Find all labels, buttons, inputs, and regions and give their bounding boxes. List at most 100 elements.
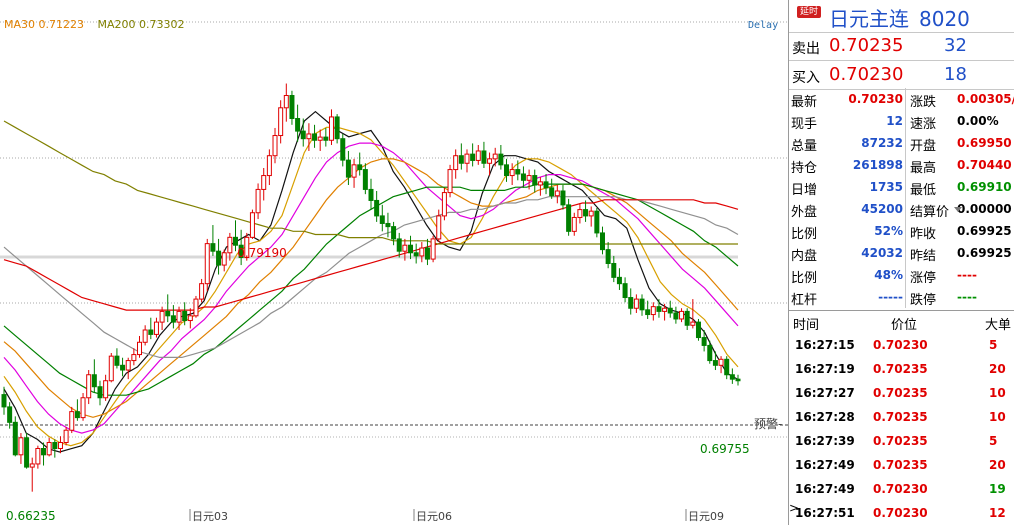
selection-cursor-icon: > <box>789 501 800 515</box>
tick-time: 16:27:19 <box>795 362 855 376</box>
tick-time: 16:27:28 <box>795 410 855 424</box>
candle-body <box>679 310 685 320</box>
candle-body <box>690 321 696 326</box>
candle-body <box>419 247 425 257</box>
candle-body <box>300 130 306 140</box>
candle-body <box>695 321 701 339</box>
candle-body <box>492 153 498 160</box>
tick-row[interactable]: 16:27:39 0.70235 5 <box>789 429 1014 453</box>
stat-value: 42032 <box>861 246 903 260</box>
candle-body <box>537 181 543 186</box>
candle-body <box>520 173 526 181</box>
tick-row[interactable]: 16:27:28 0.70235 10 <box>789 405 1014 429</box>
kline-chart-pane[interactable]: 0.79190 0.66235 0.69755 预警- 日元03 日元06 日元09 MA3… <box>0 0 788 525</box>
candle-body <box>718 358 724 366</box>
stat-label: 日增 <box>791 183 818 198</box>
stat-value: 0.69950 <box>957 136 1012 150</box>
tick-row[interactable]: 16:27:49 0.70235 20 <box>789 453 1014 477</box>
stat-row: 持仓 261898 最高 0.70440 <box>789 154 1014 176</box>
ma-line-ma150 <box>3 199 739 311</box>
candle-body <box>24 437 30 468</box>
candle-body <box>283 95 289 109</box>
kline-chart[interactable]: 0.79190 0.66235 0.69755 预警- 日元03 日元06 日元09 <box>0 0 788 525</box>
tick-time: 16:27:51 <box>795 506 855 520</box>
candle-body <box>18 437 24 456</box>
candle-body <box>41 447 47 456</box>
stat-value: ---- <box>957 268 977 282</box>
candle-body <box>645 309 651 316</box>
candle-body <box>374 199 380 217</box>
low-price-label: 0.66235 <box>6 509 56 523</box>
candle-body <box>515 169 521 175</box>
candle-body <box>532 175 538 186</box>
candle-body <box>261 175 267 190</box>
tick-price: 0.70235 <box>873 410 928 424</box>
high-price-label: 0.79190 <box>237 246 287 260</box>
candle-body <box>159 310 165 323</box>
candle-body <box>120 364 126 371</box>
candle-body <box>272 135 278 157</box>
stat-value: 0.00% <box>957 114 999 128</box>
candle-body <box>554 190 560 197</box>
tick-row[interactable]: 16:27:49 0.70230 19 <box>789 477 1014 501</box>
candle-body <box>328 116 334 141</box>
candle-body <box>255 188 261 214</box>
tick-row[interactable]: 16:27:27 0.70235 10 <box>789 381 1014 405</box>
candle-body <box>125 360 131 371</box>
tick-row[interactable]: 16:27:51 0.70230 12 <box>789 501 1014 525</box>
stat-row: 外盘 45200 结算价 0.00000 <box>789 198 1014 220</box>
candle-body <box>63 429 69 444</box>
candle-body <box>312 133 318 141</box>
candle-body <box>616 276 622 285</box>
instrument-title[interactable]: 日元主连 8020 <box>829 3 970 32</box>
tick-price: 0.70230 <box>873 482 928 496</box>
candle-body <box>317 136 323 141</box>
candle-body <box>458 155 464 164</box>
candle-body <box>295 118 301 132</box>
stat-value: 52% <box>874 224 903 238</box>
candle-body <box>12 421 18 456</box>
tick-time: 16:27:49 <box>795 458 855 472</box>
candle-body <box>289 95 295 120</box>
candle-body <box>396 238 402 252</box>
tick-price: 0.70235 <box>873 458 928 472</box>
candle-body <box>379 215 385 224</box>
candle-body <box>86 374 92 399</box>
candle-body <box>650 306 656 316</box>
candle-body <box>131 354 137 362</box>
x-axis-tick-label: 日元03 <box>192 510 228 523</box>
candle-body <box>430 238 436 260</box>
candle-body <box>701 337 707 346</box>
stat-value: 45200 <box>861 202 903 216</box>
tick-volume: 20 <box>989 362 1006 376</box>
tick-price: 0.70235 <box>873 362 928 376</box>
stat-value: ---- <box>957 290 977 304</box>
ask-row[interactable]: 卖出 0.70235 32 <box>789 32 1014 61</box>
candle-body <box>1 394 7 408</box>
tick-volume: 19 <box>989 482 1006 496</box>
stat-label: 涨跌 <box>910 95 937 110</box>
candle-body <box>385 222 391 228</box>
candle-body <box>170 315 176 323</box>
candle-body <box>391 226 397 240</box>
stats-table: 最新 0.70230 涨跌 0.00305/0.44% 现手 12 速涨 0.00% 总量 872… <box>789 88 1014 308</box>
candle-body <box>622 283 628 299</box>
last-price-label: 0.69755 <box>700 442 750 456</box>
candle-body <box>323 136 329 141</box>
stat-value: 12 <box>886 114 903 128</box>
x-axis-tick-label: 日元06 <box>416 510 452 523</box>
dropdown-arrow-icon[interactable] <box>954 207 962 212</box>
candle-body <box>334 116 340 140</box>
candle-body <box>182 310 188 322</box>
tick-row[interactable]: 16:27:15 0.70230 5 <box>789 333 1014 357</box>
tick-time: 16:27:49 <box>795 482 855 496</box>
tick-row[interactable]: 16:27:19 0.70235 20 <box>789 357 1014 381</box>
candle-body <box>481 150 487 164</box>
bid-price: 0.70230 <box>829 64 904 85</box>
tick-volume: 10 <box>989 386 1006 400</box>
tick-volume: 5 <box>989 338 998 352</box>
candle-body <box>193 298 199 317</box>
candle-body <box>165 310 171 317</box>
candle-body <box>306 133 312 140</box>
bid-row[interactable]: 买入 0.70230 18 <box>789 61 1014 90</box>
